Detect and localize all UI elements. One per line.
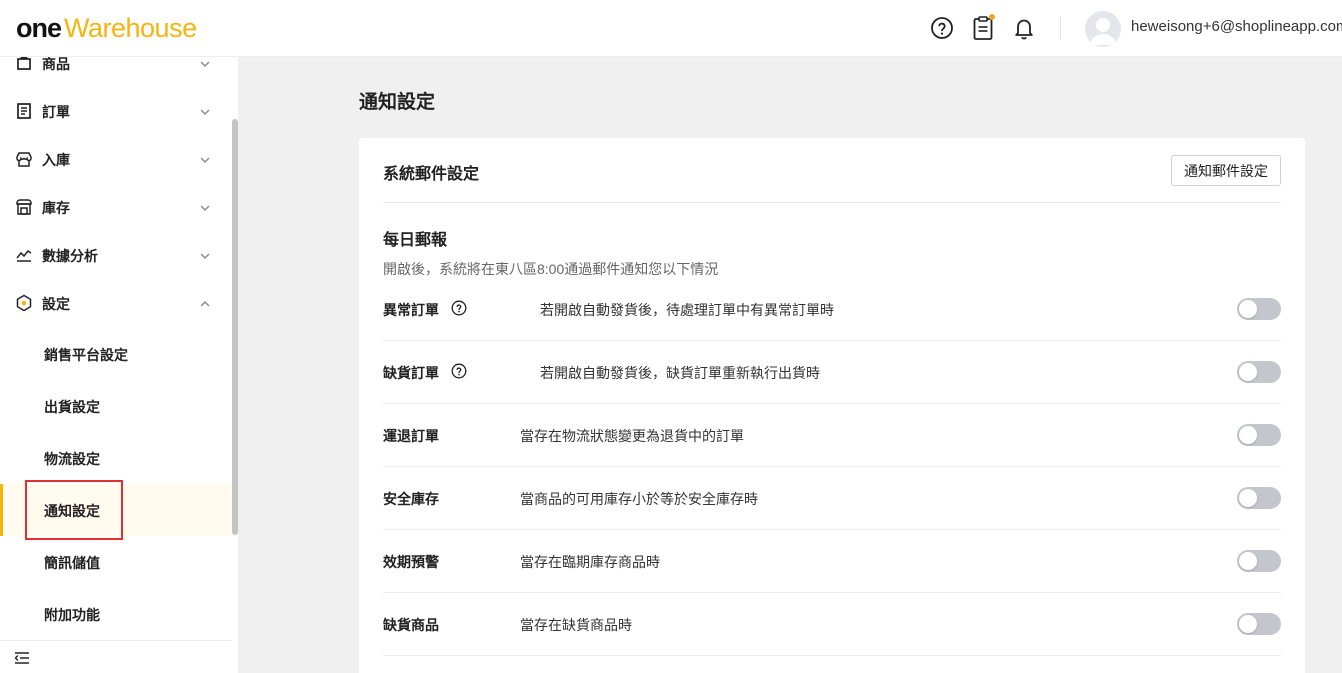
header-divider [1060, 16, 1061, 40]
row-divider [383, 655, 1281, 656]
sidebar-item-orders[interactable]: 訂單 [0, 88, 230, 136]
row-label: 異常訂單 [383, 302, 439, 318]
row-description: 當存在臨期庫存商品時 [520, 554, 660, 570]
sidebar-subitem-label: 物流設定 [44, 451, 100, 467]
collapse-menu-icon[interactable] [14, 650, 30, 666]
notification-dot [989, 14, 995, 20]
row-description: 當存在物流狀態變更為退貨中的訂單 [520, 428, 744, 444]
sidebar-item-label: 數據分析 [42, 248, 98, 264]
chevron-down-icon [200, 157, 210, 163]
main-content: 通知設定 系統郵件設定 通知郵件設定 每日郵報 開啟後，系統將在東八區8:00通… [238, 57, 1342, 673]
page-title: 通知設定 [359, 92, 436, 113]
toggle-knob [1239, 552, 1257, 570]
row-label: 安全庫存 [383, 491, 439, 507]
sidebar-item-label: 商品 [42, 57, 70, 72]
sidebar-subitem-label: 附加功能 [44, 607, 100, 623]
settings-icon [16, 294, 32, 312]
sidebar-item-products[interactable]: 商品 [0, 57, 230, 88]
help-icon[interactable] [929, 14, 955, 42]
notification-row-return-orders: 運退訂單 當存在物流狀態變更為退貨中的訂單 [383, 404, 1281, 467]
avatar[interactable] [1085, 11, 1121, 47]
logo-one-text: one [16, 13, 62, 43]
sidebar-subitem-label: 出貨設定 [44, 399, 100, 415]
inventory-icon [16, 199, 32, 215]
return-orders-toggle[interactable] [1237, 424, 1281, 446]
sidebar-item-analytics[interactable]: 數據分析 [0, 232, 230, 280]
chevron-down-icon [200, 205, 210, 211]
notification-row-out-of-stock-products: 缺貨商品 當存在缺貨商品時 [383, 593, 1281, 656]
notification-row-expiry-warning: 效期預警 當存在臨期庫存商品時 [383, 530, 1281, 593]
row-description: 若開啟自動發貨後，缺貨訂單重新執行出貨時 [540, 365, 820, 381]
question-icon[interactable] [451, 363, 467, 379]
row-label: 缺貨訂單 [383, 365, 439, 381]
divider [383, 202, 1281, 203]
chevron-down-icon [200, 61, 210, 67]
sidebar-item-label: 入庫 [42, 152, 70, 168]
sidebar-subitem-notifications[interactable]: 通知設定 [0, 480, 232, 540]
sidebar-item-label: 訂單 [42, 104, 70, 120]
order-icon [17, 103, 31, 119]
analytics-icon [16, 249, 32, 262]
abnormal-orders-toggle[interactable] [1237, 298, 1281, 320]
user-email[interactable]: heweisong+6@shoplineapp.com [1131, 18, 1342, 35]
active-indicator [0, 484, 3, 536]
sidebar-item-label: 庫存 [42, 200, 70, 216]
toggle-knob [1239, 363, 1257, 381]
toggle-knob [1239, 489, 1257, 507]
app-logo[interactable]: one Warehouse [16, 12, 197, 44]
question-icon[interactable] [451, 300, 467, 316]
row-label: 運退訂單 [383, 428, 439, 444]
toggle-knob [1239, 300, 1257, 318]
sidebar-item-inventory[interactable]: 庫存 [0, 184, 230, 232]
chevron-up-icon [200, 301, 210, 307]
clipboard-icon[interactable] [970, 14, 996, 42]
row-label: 效期預警 [383, 554, 439, 570]
sidebar-item-settings[interactable]: 設定 [0, 280, 230, 328]
out-of-stock-orders-toggle[interactable] [1237, 361, 1281, 383]
sidebar-subitem-label: 簡訊儲值 [44, 555, 100, 571]
sidebar-item-inbound[interactable]: 入庫 [0, 136, 230, 184]
top-header: one Warehouse heweisong+6@shoplineapp.co… [0, 0, 1342, 57]
notification-row-abnormal-orders: 異常訂單 若開啟自動發貨後，待處理訂單中有異常訂單時 [383, 278, 1281, 341]
highlight-box [25, 480, 123, 540]
notification-row-safety-stock: 安全庫存 當商品的可用庫存小於等於安全庫存時 [383, 467, 1281, 530]
inbound-icon [16, 152, 32, 167]
logo-warehouse-text: Warehouse [64, 13, 197, 43]
sidebar-subitem-sales-platform[interactable]: 銷售平台設定 [0, 328, 232, 380]
notification-row-out-of-stock-orders: 缺貨訂單 若開啟自動發貨後，缺貨訂單重新執行出貨時 [383, 341, 1281, 404]
section-description: 開啟後，系統將在東八區8:00通過郵件通知您以下情況 [383, 261, 719, 277]
row-description: 若開啟自動發貨後，待處理訂單中有異常訂單時 [540, 302, 834, 318]
row-description: 當存在缺貨商品時 [520, 617, 632, 633]
section-title: 每日郵報 [383, 232, 448, 249]
sidebar-subitem-label: 銷售平台設定 [44, 347, 128, 363]
toggle-knob [1239, 615, 1257, 633]
bell-icon[interactable] [1011, 14, 1037, 42]
sidebar-subitem-addons[interactable]: 附加功能 [0, 588, 232, 640]
expiry-warning-toggle[interactable] [1237, 550, 1281, 572]
toggle-knob [1239, 426, 1257, 444]
settings-card: 系統郵件設定 通知郵件設定 每日郵報 開啟後，系統將在東八區8:00通過郵件通知… [359, 138, 1305, 673]
sidebar-footer [0, 640, 232, 673]
sidebar-subitem-shipping[interactable]: 出貨設定 [0, 380, 232, 432]
product-icon [17, 57, 31, 70]
sidebar-subitem-logistics[interactable]: 物流設定 [0, 432, 232, 484]
notification-email-settings-button[interactable]: 通知郵件設定 [1171, 155, 1281, 186]
card-title: 系統郵件設定 [383, 166, 480, 183]
chevron-down-icon [200, 253, 210, 259]
chevron-down-icon [200, 109, 210, 115]
row-description: 當商品的可用庫存小於等於安全庫存時 [520, 491, 758, 507]
row-label: 缺貨商品 [383, 617, 439, 633]
sidebar-item-label: 設定 [42, 296, 70, 312]
sidebar: 商品 訂單 入庫 庫存 數據分析 設定 銷售平台設定 出貨設定 物流設定 通知設… [0, 57, 238, 673]
sidebar-subitem-sms-topup[interactable]: 簡訊儲值 [0, 536, 232, 588]
safety-stock-toggle[interactable] [1237, 487, 1281, 509]
out-of-stock-products-toggle[interactable] [1237, 613, 1281, 635]
